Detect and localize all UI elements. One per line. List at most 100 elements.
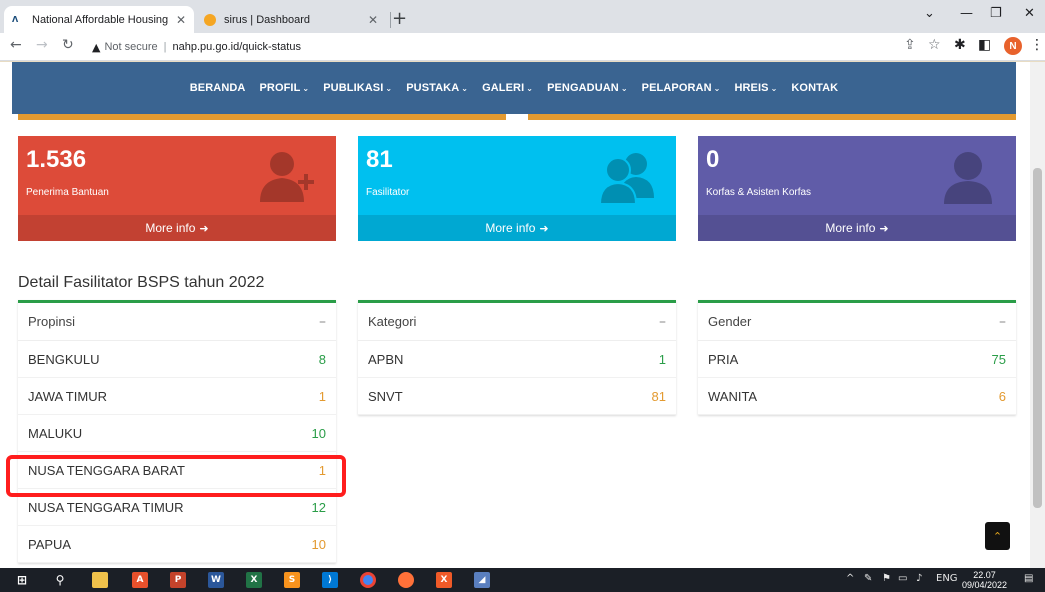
menu-kebab-icon[interactable]: ⋮ <box>1030 37 1044 53</box>
forward-icon[interactable]: → <box>36 37 48 53</box>
page-viewport: BERANDA PROFIL ⌄ PUBLIKASI ⌄ PUSTAKA ⌄ GALERI ⌄ P… <box>0 62 1030 568</box>
xampp-icon[interactable]: X <box>436 572 452 588</box>
restore-icon[interactable]: ❐ <box>990 6 1002 21</box>
nav-item-pelaporan[interactable]: PELAPORAN ⌄ <box>642 82 721 94</box>
panel-header: Gender – <box>698 303 1016 341</box>
chevron-down-icon: ⌄ <box>526 84 534 93</box>
tab-nahp[interactable]: Ʌ National Affordable Housing Pro ✕ <box>4 6 194 33</box>
volume-icon[interactable]: ♪ <box>916 573 922 584</box>
tab-search-icon[interactable]: ⌄ <box>924 6 935 21</box>
stat-label: Korfas & Asisten Korfas <box>706 187 812 198</box>
nav-item-kontak[interactable]: KONTAK <box>791 82 838 94</box>
reload-icon[interactable]: ↻ <box>62 37 74 53</box>
back-to-top-button[interactable]: ⌃ <box>985 522 1010 550</box>
bookmark-star-icon[interactable]: ☆ <box>928 37 941 53</box>
list-item[interactable]: SNVT 81 <box>358 378 676 415</box>
clock-time: 22.07 <box>973 570 996 580</box>
stat-value: 81 <box>366 146 393 173</box>
more-info-link[interactable]: More info ➜ <box>358 215 676 241</box>
nav-item-pengaduan[interactable]: PENGADUAN ⌄ <box>547 82 628 94</box>
nav-item-label: KONTAK <box>791 82 839 94</box>
nav-item-profil[interactable]: PROFIL ⌄ <box>259 82 309 94</box>
list-item-name: PRIA <box>708 351 739 367</box>
list-item[interactable]: WANITA 6 <box>698 378 1016 415</box>
clock[interactable]: 22.07 09/04/2022 <box>962 570 1007 590</box>
extensions-icon[interactable]: ✱ <box>954 37 966 53</box>
arrow-circle-right-icon: ➜ <box>539 221 549 235</box>
chrome-icon[interactable] <box>360 572 376 588</box>
notification-icon[interactable]: ▤ <box>1024 573 1033 584</box>
list-item[interactable]: APBN 1 <box>358 341 676 378</box>
stat-box-penerima: 1.536 Penerima Bantuan More info ➜ <box>18 136 336 241</box>
more-info-link[interactable]: More info ➜ <box>698 215 1016 241</box>
list-item[interactable]: PRIA 75 <box>698 341 1016 378</box>
page-scrollbar[interactable] <box>1030 62 1045 568</box>
list-item[interactable]: BENGKULU 8 <box>18 341 336 378</box>
nahp-logo-icon: Ʌ <box>12 14 19 24</box>
windows-start-icon[interactable]: ⊞ <box>14 572 30 588</box>
word-icon[interactable]: W <box>208 572 224 588</box>
list-item-name: JAWA TIMUR <box>28 388 107 404</box>
file-explorer-icon[interactable] <box>92 572 108 588</box>
chevron-up-icon[interactable]: ^ <box>846 573 854 584</box>
nav-item-publikasi[interactable]: PUBLIKASI ⌄ <box>323 82 392 94</box>
side-panel-icon[interactable]: ◧ <box>978 37 991 53</box>
stat-box-korfas: 0 Korfas & Asisten Korfas More info ➜ <box>698 136 1016 241</box>
share-icon[interactable]: ⇪ <box>904 37 916 53</box>
list-item-count: 10 <box>311 425 326 441</box>
panel-kategori: Kategori – APBN 1 SNVT 81 <box>358 300 676 415</box>
search-icon[interactable]: ⚲ <box>52 572 68 588</box>
chevron-down-icon: ⌄ <box>461 84 469 93</box>
tab-sirus[interactable]: sirus | Dashboard ✕ <box>196 6 386 33</box>
list-item-name: BENGKULU <box>28 351 100 367</box>
minimize-icon[interactable]: – <box>999 314 1006 330</box>
address-separator: | <box>163 41 167 53</box>
address-bar[interactable]: ▲ Not secure | nahp.pu.go.id/quick-statu… <box>92 37 301 57</box>
panel-body: APBN 1 SNVT 81 <box>358 341 676 415</box>
network-icon[interactable]: ⚑ <box>882 573 891 584</box>
chevron-down-icon: ⌄ <box>302 84 310 93</box>
minimize-icon[interactable]: – <box>659 314 666 330</box>
window-close-icon[interactable]: ✕ <box>1024 6 1035 21</box>
list-item[interactable]: MALUKU 10 <box>18 415 336 452</box>
back-icon[interactable]: ← <box>10 37 22 53</box>
user-plus-icon <box>260 152 314 202</box>
acrobat-icon[interactable]: A <box>132 572 148 588</box>
nav-item-galeri[interactable]: GALERI ⌄ <box>482 82 533 94</box>
list-item-count: 6 <box>998 388 1006 404</box>
minimize-icon[interactable]: – <box>319 314 326 330</box>
security-label: Not secure <box>104 41 158 53</box>
more-info-label: More info <box>485 221 536 235</box>
app-icon[interactable]: ◢ <box>474 572 490 588</box>
list-item-name: PAPUA <box>28 536 72 552</box>
scroll-thumb[interactable] <box>1033 168 1042 508</box>
new-tab-icon[interactable]: + <box>392 8 407 29</box>
list-item-count: 10 <box>311 536 326 552</box>
battery-icon[interactable]: ▭ <box>898 573 907 584</box>
user-icon <box>944 152 992 204</box>
profile-avatar[interactable]: N <box>1004 37 1022 55</box>
powerpoint-icon[interactable]: P <box>170 572 186 588</box>
close-icon[interactable]: ✕ <box>368 13 378 27</box>
red-highlight-box <box>6 455 346 497</box>
more-info-link[interactable]: More info ➜ <box>18 215 336 241</box>
tab-title: sirus | Dashboard <box>224 13 311 26</box>
close-icon[interactable]: ✕ <box>176 13 186 27</box>
panel-title: Gender <box>708 314 752 329</box>
nav-item-beranda[interactable]: BERANDA <box>190 82 246 94</box>
firefox-icon[interactable] <box>398 572 414 588</box>
windows-taskbar: ⊞ ⚲ A P W X S ⟩ X ◢ ^ ✎ ⚑ ▭ ♪ ENG 22.07 … <box>0 568 1045 592</box>
excel-icon[interactable]: X <box>246 572 262 588</box>
panel-header: Propinsi – <box>18 303 336 341</box>
sublime-icon[interactable]: S <box>284 572 300 588</box>
nav-item-hreis[interactable]: HREIS ⌄ <box>734 82 777 94</box>
language-indicator[interactable]: ENG <box>936 573 958 584</box>
list-item[interactable]: PAPUA 10 <box>18 526 336 563</box>
panel-propinsi: Propinsi – BENGKULU 8 JAWA TIMUR 1 MALUKU 10 N… <box>18 300 336 563</box>
list-item[interactable]: JAWA TIMUR 1 <box>18 378 336 415</box>
stat-value: 1.536 <box>26 146 87 173</box>
nav-item-pustaka[interactable]: PUSTAKA ⌄ <box>406 82 468 94</box>
vscode-icon[interactable]: ⟩ <box>322 572 338 588</box>
pen-icon[interactable]: ✎ <box>864 573 872 584</box>
minimize-icon[interactable]: — <box>960 6 973 21</box>
